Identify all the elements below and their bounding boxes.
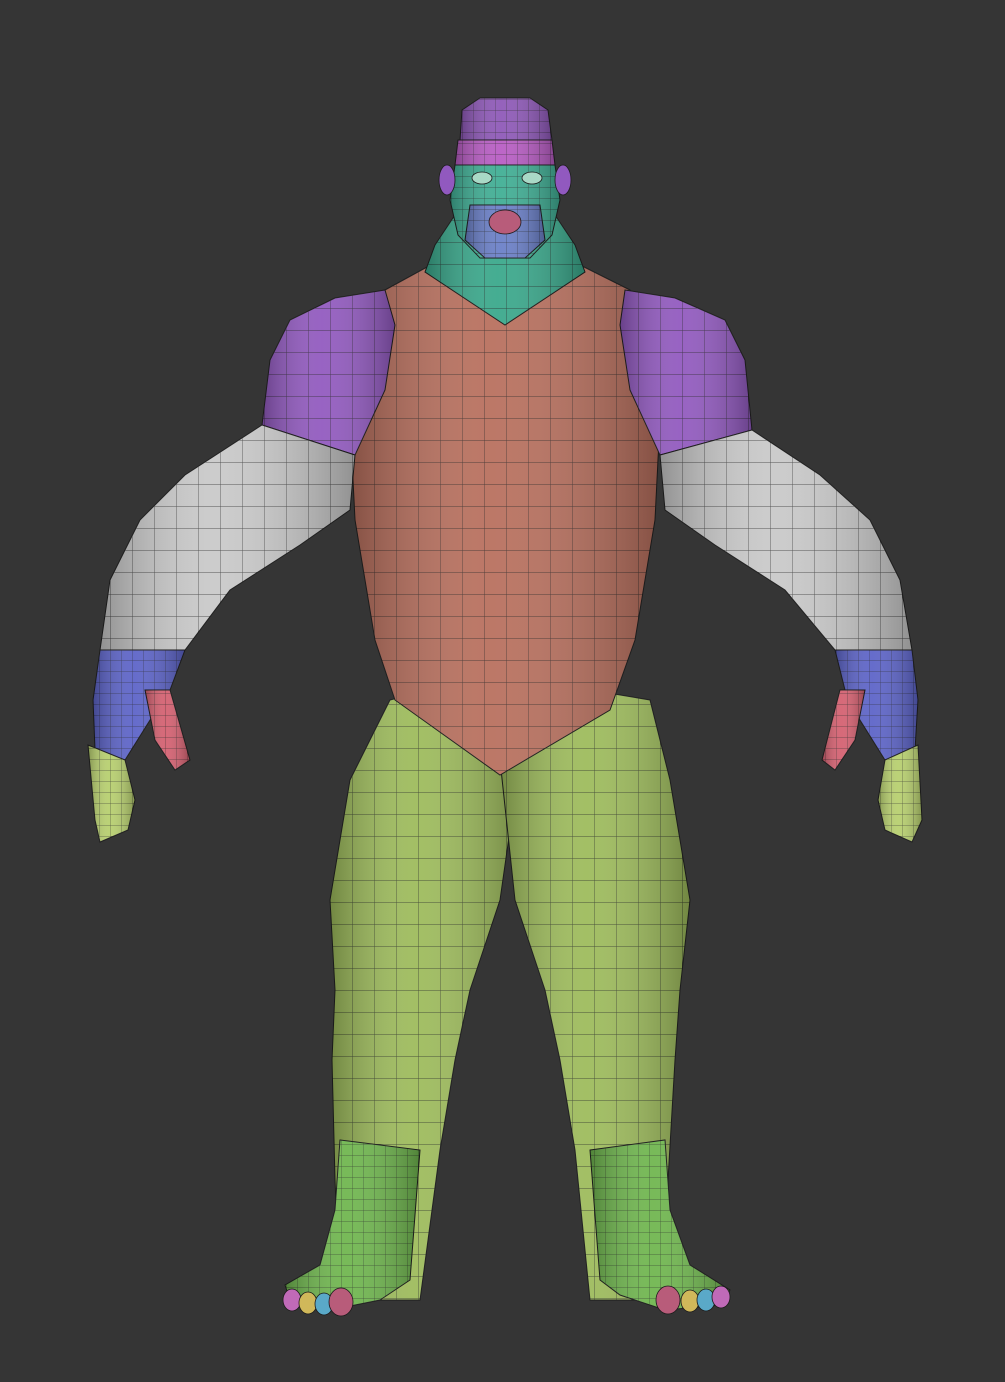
scalp-shading: [460, 98, 552, 140]
left-arm-shading: [100, 425, 355, 650]
left-ear: [438, 164, 456, 196]
left-thumb-shading: [145, 690, 190, 770]
left-fingers-shading: [88, 745, 135, 842]
right-ear: [554, 164, 572, 196]
mouth: [488, 209, 522, 235]
toe: [680, 1289, 700, 1313]
torso-shading: [350, 260, 660, 775]
toe: [328, 1287, 354, 1317]
toe: [711, 1285, 731, 1309]
face-band-shading: [455, 140, 555, 165]
3d-viewport[interactable]: [0, 0, 1005, 1382]
toe: [282, 1288, 302, 1312]
right-arm-shading: [660, 430, 912, 650]
left-eye: [471, 171, 493, 185]
right-foot-shading: [590, 1140, 730, 1310]
character-mesh: [87, 97, 923, 1317]
toe: [655, 1285, 681, 1315]
left-foot-shading: [285, 1140, 420, 1310]
right-eye: [521, 171, 543, 185]
toe: [298, 1291, 318, 1315]
right-toes: [655, 1285, 731, 1315]
